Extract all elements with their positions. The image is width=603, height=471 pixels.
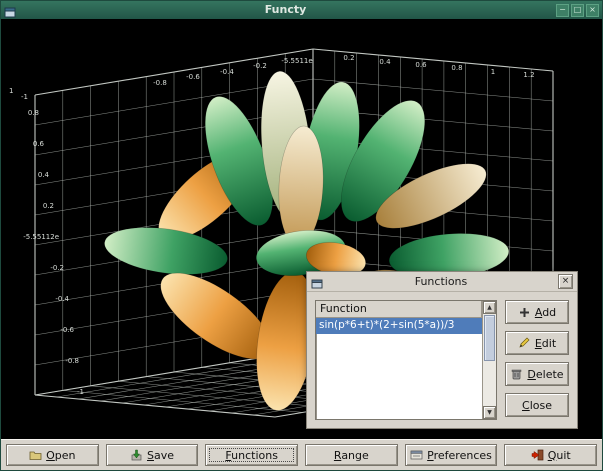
titlebar[interactable]: Functy − □ ×: [1, 1, 602, 19]
functions-dialog: Functions × Function sin(p*6+t)*(2+sin(5…: [306, 271, 578, 429]
list-column-header[interactable]: Function: [316, 301, 482, 318]
save-button-label: Save: [147, 448, 175, 462]
plot-viewport[interactable]: -0.8 -0.6 -0.4 -0.2 -5.5511e 0.2 0.4 0.6…: [1, 19, 602, 439]
axis-label: 1: [491, 68, 495, 76]
open-button-label: Open: [46, 448, 76, 462]
save-button[interactable]: Save: [105, 444, 199, 466]
axis-label: 0.4: [38, 171, 50, 179]
preferences-button[interactable]: Preferences: [404, 444, 498, 466]
add-button-label: Add: [534, 305, 557, 319]
bottom-toolbar: Open Save Functions Range Preferences Qu…: [1, 439, 602, 470]
function-list: Function sin(p*6+t)*(2+sin(5*a))/3 ▲ ▼: [315, 300, 497, 420]
axis-label: 0.2: [43, 202, 54, 210]
edit-button[interactable]: Edit: [505, 331, 569, 355]
maximize-button[interactable]: □: [571, 3, 584, 17]
axis-label: -0.8: [65, 357, 79, 365]
functions-button-label: Functions: [225, 448, 278, 462]
petal: [104, 227, 228, 275]
close-button-label: Close: [522, 398, 552, 412]
quit-button[interactable]: Quit: [504, 444, 598, 466]
list-scrollbar[interactable]: ▲ ▼: [482, 301, 496, 419]
add-button[interactable]: Add: [505, 300, 569, 324]
axis-label: 0.4: [379, 58, 391, 66]
axis-label: -1: [21, 93, 28, 101]
dialog-titlebar[interactable]: Functions ×: [307, 272, 577, 292]
axis-label: -5.5511e: [281, 57, 312, 65]
dialog-icon: [311, 275, 324, 289]
delete-button-label: Delete: [527, 367, 564, 381]
quit-button-label: Quit: [547, 448, 571, 462]
delete-button[interactable]: Delete: [505, 362, 569, 386]
axis-label: -1: [77, 388, 84, 396]
axis-label: -0.8: [153, 79, 167, 87]
dialog-close-button[interactable]: ×: [558, 274, 573, 289]
list-item-selected[interactable]: sin(p*6+t)*(2+sin(5*a))/3: [316, 318, 482, 334]
dialog-title: Functions: [414, 275, 468, 288]
axis-label: 1.2: [523, 71, 534, 79]
save-icon: [130, 449, 143, 462]
preferences-button-label: Preferences: [427, 448, 492, 462]
axis-label: -0.4: [220, 68, 234, 76]
axis-label: 0.6: [415, 61, 427, 69]
plus-icon: [518, 306, 531, 319]
close-button[interactable]: ×: [586, 3, 599, 17]
app-window: Functy − □ × -0.8 -0.6 -0.4 -0.2 -5.5511…: [0, 0, 603, 471]
window-title: Functy: [264, 3, 307, 16]
axis-label: 0.2: [343, 54, 354, 62]
trash-icon: [510, 368, 523, 381]
scrollbar-thumb[interactable]: [484, 315, 495, 361]
preferences-icon: [410, 449, 423, 462]
axis-label: -0.6: [60, 326, 74, 334]
pencil-icon: [518, 337, 531, 350]
axis-label: 0.8: [451, 64, 462, 72]
folder-icon: [29, 449, 42, 462]
app-icon: [4, 4, 17, 17]
axis-label: -0.6: [186, 73, 200, 81]
quit-icon: [531, 449, 544, 462]
axis-label: -0.4: [55, 295, 69, 303]
edit-button-label: Edit: [534, 336, 557, 350]
axis-label: 0.6: [33, 140, 45, 148]
close-dialog-button[interactable]: Close: [505, 393, 569, 417]
minimize-button[interactable]: −: [556, 3, 569, 17]
scroll-down-icon[interactable]: ▼: [483, 406, 496, 419]
functions-button[interactable]: Functions: [205, 444, 299, 466]
scroll-up-icon[interactable]: ▲: [483, 301, 496, 314]
axis-label: -0.2: [253, 62, 267, 70]
open-button[interactable]: Open: [6, 444, 99, 466]
axis-label: 0.8: [28, 109, 39, 117]
range-button[interactable]: Range: [305, 444, 398, 466]
axis-label: -5.55112e: [23, 233, 59, 241]
range-button-label: Range: [333, 448, 369, 462]
axis-label: 1: [9, 87, 13, 95]
axis-label: -0.2: [50, 264, 64, 272]
